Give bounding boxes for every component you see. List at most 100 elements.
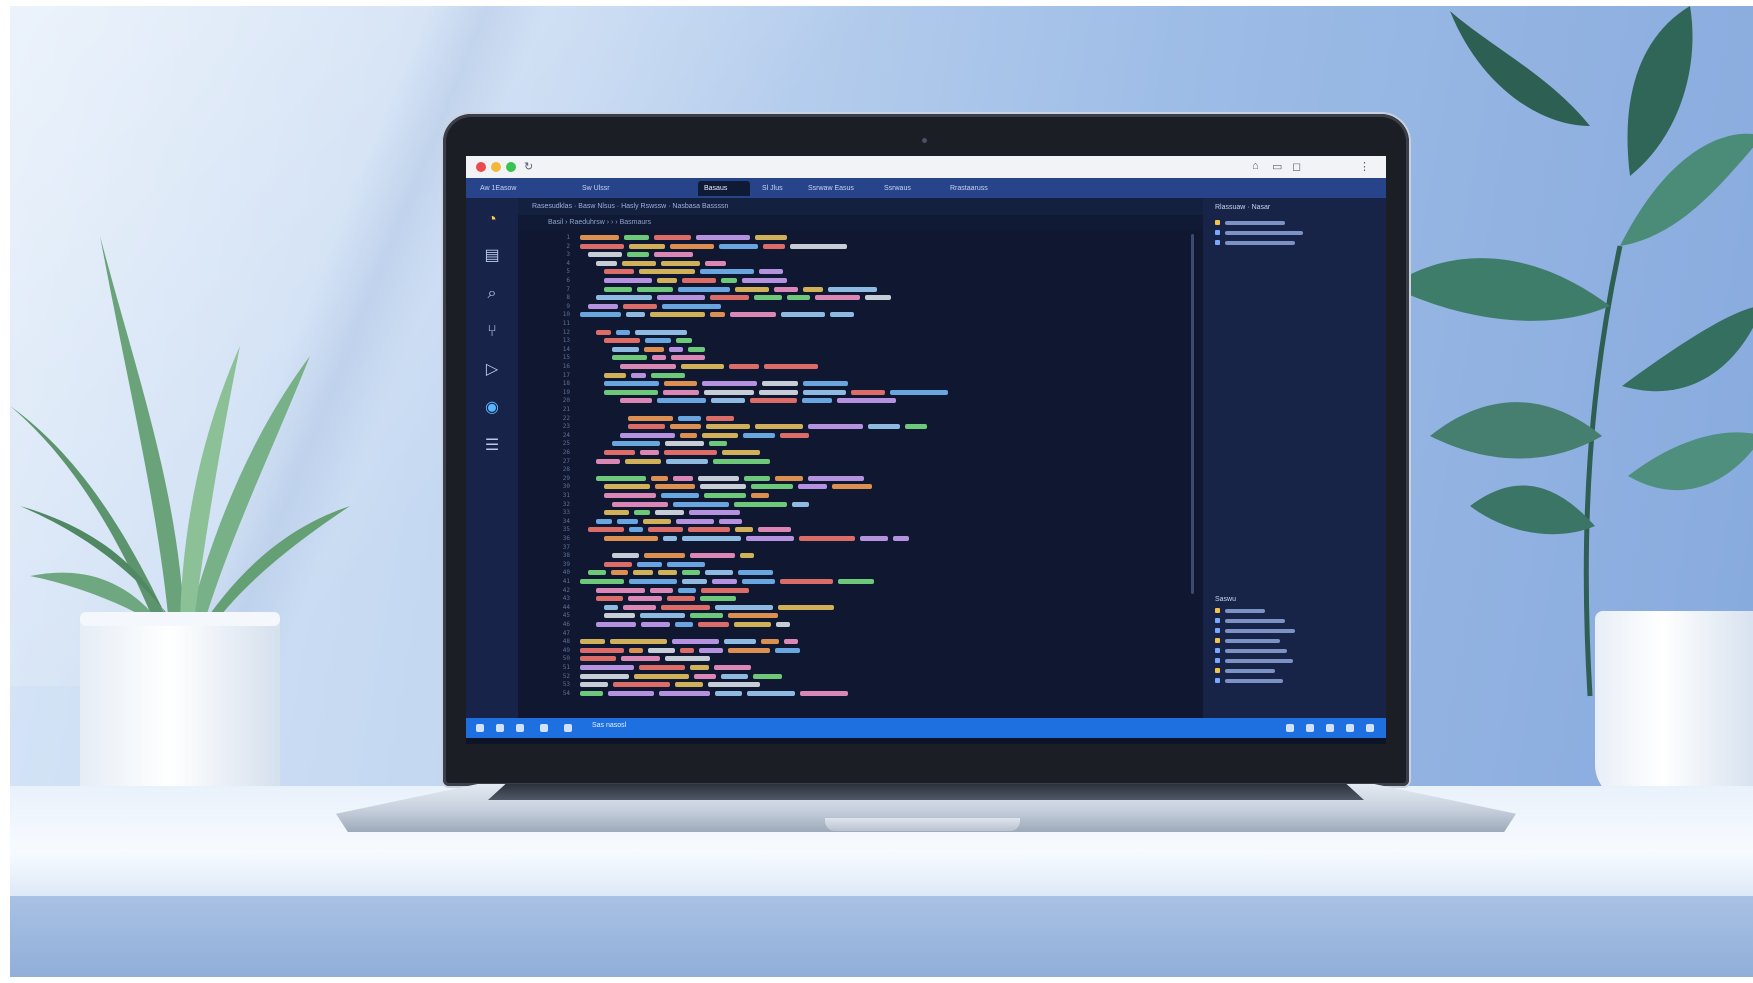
outline-item[interactable] (1225, 231, 1303, 235)
code-token (803, 286, 823, 292)
code-token (755, 424, 803, 430)
breadcrumb[interactable]: Basil › Raeduhrsw › › › Basmaurs (518, 215, 1203, 230)
code-token (624, 235, 649, 240)
code-token (865, 295, 891, 301)
code-token (704, 389, 754, 395)
warning-icon[interactable] (564, 724, 572, 732)
tab-2[interactable]: Sw Ulssr (576, 181, 642, 196)
code-token (711, 398, 745, 404)
code-token (743, 432, 775, 438)
copy-icon[interactable]: ▭ (1272, 160, 1282, 173)
tab-4[interactable]: Sl Jlus (756, 181, 796, 196)
code-token (658, 570, 677, 576)
sync-icon[interactable] (516, 724, 524, 732)
code-token (680, 432, 697, 438)
line-number: 32 (562, 500, 570, 508)
tab-1[interactable]: Aw 1Easow (474, 181, 562, 196)
outline-item[interactable] (1225, 221, 1285, 225)
outline-item[interactable] (1225, 669, 1275, 673)
editor-scrollbar[interactable] (1191, 234, 1194, 594)
code-token (580, 673, 629, 679)
code-token (634, 510, 650, 516)
code-token (728, 613, 778, 619)
outline-item[interactable] (1225, 609, 1265, 613)
layout-icon[interactable] (1326, 724, 1334, 732)
code-token (611, 570, 628, 576)
code-token (688, 346, 705, 352)
code-token (828, 286, 877, 292)
code-token (682, 278, 716, 283)
code-token (837, 398, 896, 404)
code-token (629, 527, 643, 533)
tab-6[interactable]: Ssrwaus (878, 181, 942, 196)
lid-notch (825, 818, 1020, 831)
code-token (751, 484, 793, 490)
code-token (588, 527, 624, 533)
extensions-icon[interactable]: ◉ (482, 398, 502, 418)
left-pot-rim (80, 612, 280, 626)
code-token (620, 398, 652, 404)
code-token (790, 243, 847, 249)
code-token (657, 278, 677, 283)
code-token (688, 527, 730, 533)
tab-active[interactable]: Basaus (698, 181, 750, 196)
close-button[interactable] (476, 162, 486, 172)
minimize-button[interactable] (491, 162, 501, 172)
code-token (673, 501, 729, 507)
line-number: 47 (562, 629, 570, 637)
notifications-icon[interactable] (1366, 724, 1374, 732)
line-number: 20 (562, 397, 570, 405)
account-icon[interactable] (1346, 724, 1354, 732)
code-token (774, 286, 798, 292)
code-token (596, 329, 611, 335)
code-token (623, 604, 656, 610)
remote-icon[interactable] (476, 724, 484, 732)
code-token (604, 484, 650, 490)
source-control-icon[interactable]: ⑂ (482, 322, 502, 342)
branch-icon[interactable] (496, 724, 504, 732)
line-number: 18 (562, 380, 570, 388)
code-token (596, 260, 617, 266)
code-token (596, 596, 623, 602)
tab-7[interactable]: Rrastaaruss (944, 181, 1024, 196)
line-number: 33 (562, 509, 570, 517)
code-token (650, 312, 705, 318)
code-token (676, 338, 692, 344)
debug-icon[interactable]: ▷ (482, 360, 502, 380)
code-area[interactable] (580, 234, 1190, 704)
line-number: 52 (562, 672, 570, 680)
tabs-icon[interactable]: ◻ (1292, 160, 1301, 173)
outline-item[interactable] (1225, 241, 1295, 245)
outline-item[interactable] (1225, 659, 1293, 663)
outline-item[interactable] (1225, 629, 1295, 633)
code-editor[interactable]: Rasesudklas · Basw Nlsus · Hasly Rswssw … (518, 198, 1203, 718)
bell-icon[interactable] (1286, 724, 1294, 732)
code-token (705, 570, 733, 576)
feedback-icon[interactable] (1306, 724, 1314, 732)
code-token (637, 561, 662, 567)
code-token (644, 346, 664, 352)
code-token (604, 604, 618, 610)
logo-icon[interactable]: ◔ (482, 210, 502, 230)
outline-item-icon (1215, 658, 1220, 663)
outline-item[interactable] (1225, 679, 1283, 683)
code-token (690, 665, 709, 670)
outline-item[interactable] (1225, 619, 1285, 623)
code-token (655, 510, 684, 516)
code-token (604, 493, 656, 498)
code-token (580, 639, 605, 645)
code-token (648, 527, 683, 533)
outline-item[interactable] (1225, 639, 1280, 643)
explorer-icon[interactable]: ▤ (482, 246, 502, 266)
maximize-button[interactable] (506, 162, 516, 172)
menu-icon[interactable]: ⋮ (1359, 160, 1370, 173)
refresh-icon[interactable]: ↻ (524, 160, 533, 173)
share-icon[interactable]: ⌂ (1252, 160, 1259, 172)
error-icon[interactable] (540, 724, 548, 732)
code-token (719, 243, 758, 249)
tab-5[interactable]: Ssrwaw Easus (802, 181, 872, 196)
settings-icon[interactable]: ☰ (482, 436, 502, 456)
browser-titlebar: ↻ ⌂ ▭ ◻ ⋮ (466, 156, 1386, 178)
outline-item[interactable] (1225, 649, 1287, 653)
search-icon[interactable]: ⌕ (482, 284, 502, 304)
